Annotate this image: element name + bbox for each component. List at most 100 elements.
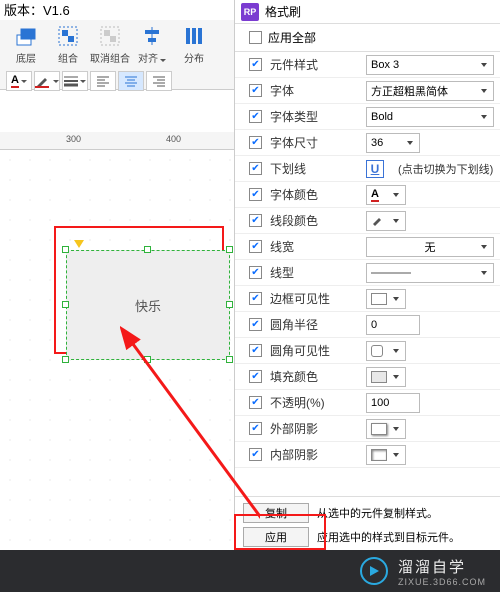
ruler-tick-400: 400 [166, 134, 181, 144]
rp-logo-icon: RP [241, 3, 259, 21]
layer-label: 底层 [16, 50, 36, 65]
selection-handle[interactable] [226, 246, 233, 253]
prop-checkbox[interactable] [249, 292, 262, 305]
group-button[interactable]: 组合 [48, 24, 88, 65]
distribute-button[interactable]: 分布 [174, 24, 214, 65]
brand-banner: 溜溜自学 ZIXUE.3D66.COM [0, 550, 500, 592]
layer-icon [14, 24, 38, 48]
prop-label-style: 元件样式 [270, 56, 358, 73]
selection-handle[interactable] [62, 356, 69, 363]
canvas[interactable]: 快乐 [0, 150, 234, 592]
chevron-down-icon [21, 80, 27, 83]
outer-shadow-select[interactable] [366, 419, 406, 439]
prop-checkbox[interactable] [249, 318, 262, 331]
prop-label-seg-color: 线段颜色 [270, 212, 358, 229]
seg-color-select[interactable] [366, 211, 406, 231]
banner-title: 溜溜自学 [398, 556, 486, 577]
prop-checkbox[interactable] [249, 370, 262, 383]
align-right-button[interactable] [146, 71, 172, 91]
font-size-select[interactable]: 36 [366, 133, 420, 153]
line-color-button[interactable] [34, 71, 60, 91]
prop-label-font-color: 字体颜色 [270, 186, 358, 203]
connection-marker-icon [74, 240, 84, 248]
underline-hint: (点击切换为下划线) [398, 161, 493, 177]
corner-radius-input[interactable]: 0 [366, 315, 420, 335]
prop-label-line-width: 线宽 [270, 238, 358, 255]
line-width-select[interactable]: 无 [366, 237, 494, 257]
layer-button[interactable]: 底层 [6, 24, 46, 65]
text-color-button[interactable]: A [6, 71, 32, 91]
ruler: 300 400 [0, 132, 234, 150]
prop-label-opacity: 不透明(%) [270, 394, 358, 411]
border-vis-select[interactable] [366, 289, 406, 309]
font-select[interactable]: 方正超粗黑简体 [366, 81, 494, 101]
prop-checkbox[interactable] [249, 58, 262, 71]
prop-checkbox[interactable] [249, 344, 262, 357]
prop-label-fill-color: 填充颜色 [270, 368, 358, 385]
line-type-select[interactable] [366, 263, 494, 283]
prop-label-corner-radius: 圆角半径 [270, 316, 358, 333]
line-icon [371, 269, 411, 277]
prop-checkbox[interactable] [249, 188, 262, 201]
ungroup-icon [98, 24, 122, 48]
prop-label-line-type: 线型 [270, 264, 358, 281]
prop-checkbox[interactable] [249, 162, 262, 175]
prop-checkbox[interactable] [249, 240, 262, 253]
align-center-button[interactable] [118, 71, 144, 91]
selection-handle[interactable] [62, 301, 69, 308]
apply-button[interactable]: 应用 [243, 527, 309, 547]
toolbar: 底层 组合 取消组合 对齐 [0, 20, 234, 90]
align-right-icon [153, 75, 165, 87]
align-left-button[interactable] [90, 71, 116, 91]
corner-vis-select[interactable] [366, 341, 406, 361]
prop-checkbox[interactable] [249, 214, 262, 227]
ungroup-button[interactable]: 取消组合 [90, 24, 130, 65]
group-label: 组合 [58, 50, 78, 65]
apply-hint: 应用选中的样式到目标元件。 [317, 529, 460, 545]
distribute-label: 分布 [184, 50, 204, 65]
widget-text: 快乐 [135, 296, 161, 315]
widget-box[interactable]: 快乐 [66, 250, 230, 360]
align-label: 对齐 [138, 54, 158, 65]
selection-handle[interactable] [144, 246, 151, 253]
play-icon [360, 557, 388, 585]
fill-color-select[interactable] [366, 367, 406, 387]
selection-handle[interactable] [62, 246, 69, 253]
prop-label-font-size: 字体尺寸 [270, 134, 358, 151]
chevron-down-icon [53, 80, 59, 83]
font-color-select[interactable]: A [366, 185, 406, 205]
ungroup-label: 取消组合 [90, 50, 130, 65]
prop-checkbox[interactable] [249, 136, 262, 149]
prop-checkbox[interactable] [249, 266, 262, 279]
align-icon [140, 24, 164, 48]
chevron-down-icon [160, 59, 166, 62]
style-select[interactable]: Box 3 [366, 55, 494, 75]
selection-handle[interactable] [226, 301, 233, 308]
prop-label-inner-shadow: 内部阴影 [270, 446, 358, 463]
selection-handle[interactable] [226, 356, 233, 363]
banner-sub: ZIXUE.3D66.COM [398, 577, 486, 587]
prop-checkbox[interactable] [249, 84, 262, 97]
prop-checkbox[interactable] [249, 110, 262, 123]
apply-all-checkbox[interactable] [249, 31, 262, 44]
copy-hint: 从选中的元件复制样式。 [317, 505, 438, 521]
ruler-tick-300: 300 [66, 134, 81, 144]
line-width-button[interactable] [62, 71, 88, 91]
opacity-input[interactable]: 100 [366, 393, 420, 413]
prop-checkbox[interactable] [249, 422, 262, 435]
copy-button[interactable]: 复制 [243, 503, 309, 523]
align-center-icon [125, 75, 137, 87]
panel-title: 格式刷 [265, 3, 301, 20]
font-type-select[interactable]: Bold [366, 107, 494, 127]
distribute-icon [182, 24, 206, 48]
underline-toggle[interactable]: U [366, 160, 384, 178]
align-left-icon [97, 75, 109, 87]
align-button[interactable]: 对齐 [132, 24, 172, 65]
prop-label-font-type: 字体类型 [270, 108, 358, 125]
selection-handle[interactable] [144, 356, 151, 363]
inner-shadow-select[interactable] [366, 445, 406, 465]
lines-icon [64, 75, 78, 87]
prop-checkbox[interactable] [249, 396, 262, 409]
prop-label-underline: 下划线 [270, 160, 358, 177]
prop-checkbox[interactable] [249, 448, 262, 461]
